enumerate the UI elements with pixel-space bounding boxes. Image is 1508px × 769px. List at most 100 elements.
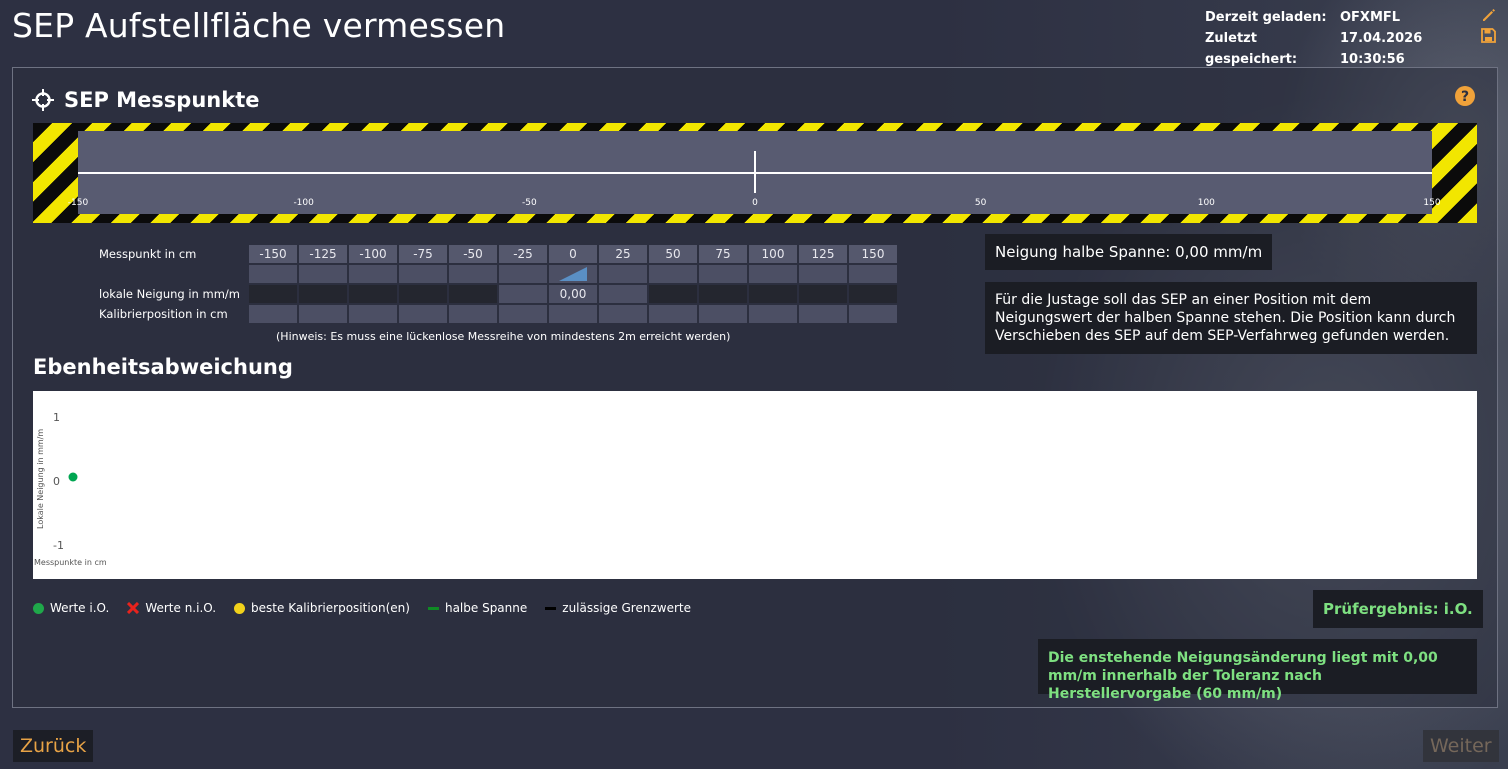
status-info: Derzeit geladen: OFXMFL Zuletzt gespeich… (1205, 7, 1480, 70)
table-calibration-cell (448, 304, 498, 324)
table-calibration-cell (498, 304, 548, 324)
table-indicator-cell (548, 264, 598, 284)
ruler-tick: -100 (293, 198, 314, 208)
table-header-cell: -50 (448, 244, 498, 264)
ruler-tick: 0 (752, 198, 758, 208)
table-indicator-cell (398, 264, 448, 284)
table-slope-cell (348, 284, 398, 304)
legend-item: Werte i.O. (33, 601, 109, 615)
table-calibration-cell (598, 304, 648, 324)
legend-label: beste Kalibrierposition(en) (251, 601, 410, 615)
result-label: Prüfergebnis: i.O. (1313, 590, 1483, 628)
chart-legend: Werte i.O. Werte n.i.O. beste Kalibrierpos… (33, 601, 709, 615)
sep-position-marker (754, 151, 756, 193)
table-slope-cell (848, 284, 898, 304)
measurement-table: -150 -125 -100 -75 -50 -25 0 25 50 75 100 125 150 0,0… (248, 244, 898, 324)
legend-item: beste Kalibrierposition(en) (234, 601, 410, 615)
slope-indicator-icon (559, 267, 587, 281)
y-tick-label: 1 (53, 411, 60, 424)
measurement-row-labels: Messpunkt in cm lokale Neigung in mm/m K… (99, 244, 240, 324)
legend-item: halbe Spanne (427, 601, 528, 615)
table-calibration-cell (548, 304, 598, 324)
table-indicator-cell (598, 264, 648, 284)
y-tick-label: -1 (53, 539, 64, 552)
table-slope-cell (748, 284, 798, 304)
table-calibration-cell (698, 304, 748, 324)
saved-label: Zuletzt gespeichert: (1205, 31, 1298, 67)
table-slope-cell (598, 284, 648, 304)
table-indicator-cell (748, 264, 798, 284)
table-calibration-cell (348, 304, 398, 324)
legend-label: halbe Spanne (444, 601, 528, 615)
table-slope-cell (398, 284, 448, 304)
loaded-value: OFXMFL (1340, 10, 1401, 25)
next-button[interactable]: Weiter (1423, 730, 1499, 762)
table-header-cell: -75 (398, 244, 448, 264)
y-axis-label: Lokale Neigung in mm/m (36, 429, 45, 529)
help-icon[interactable]: ? (1454, 85, 1476, 107)
legend-line-icon (427, 606, 439, 610)
table-indicator-cell (348, 264, 398, 284)
section-flatness-title: Ebenheitsabweichung (33, 355, 293, 379)
table-header-cell: 50 (648, 244, 698, 264)
legend-dot-icon (234, 602, 246, 614)
table-calibration-cell (848, 304, 898, 324)
table-header-cell: 150 (848, 244, 898, 264)
table-header-cell: 125 (798, 244, 848, 264)
table-slope-cell (648, 284, 698, 304)
table-slope-cell (498, 284, 548, 304)
table-calibration-cell (798, 304, 848, 324)
table-calibration-cell (648, 304, 698, 324)
table-indicator-cell (498, 264, 548, 284)
ruler-tick: 100 (1197, 198, 1215, 208)
info-box: Für die Justage soll das SEP an einer Po… (985, 282, 1477, 354)
half-span-box: Neigung halbe Spanne: 0,00 mm/m (985, 234, 1273, 270)
ruler-tick: -150 (67, 198, 89, 208)
legend-item: zulässige Grenzwerte (545, 601, 691, 615)
pencil-icon[interactable] (1481, 7, 1497, 23)
table-header-cell: 100 (748, 244, 798, 264)
loaded-label: Derzeit geladen: (1205, 10, 1327, 25)
table-indicator-cell (448, 264, 498, 284)
table-header-cell: 25 (598, 244, 648, 264)
back-button[interactable]: Zurück (13, 730, 94, 762)
table-header-cell: -25 (498, 244, 548, 264)
y-tick-label: 0 (53, 475, 60, 488)
table-hint: (Hinweis: Es muss eine lückenlose Messre… (276, 330, 731, 343)
table-slope-cell (798, 284, 848, 304)
page-title: SEP Aufstellfläche vermessen (12, 6, 506, 45)
row-label-neigung: lokale Neigung in mm/m (99, 287, 240, 301)
row-label-messpunkt: Messpunkt in cm (99, 247, 197, 261)
x-axis-label: Messpunkte in cm (34, 558, 107, 567)
table-indicator-cell (848, 264, 898, 284)
table-slope-cell (698, 284, 748, 304)
save-icon[interactable] (1481, 28, 1496, 43)
table-slope-cell: 0,00 (548, 284, 598, 304)
section-messpunkte-title: SEP Messpunkte (64, 88, 260, 112)
legend-label: Werte n.i.O. (145, 601, 217, 615)
table-calibration-cell (748, 304, 798, 324)
ruler-tick: 50 (974, 198, 987, 208)
section-messpunkte-header: SEP Messpunkte (32, 88, 260, 112)
row-label-kalibrier: Kalibrierposition in cm (99, 307, 228, 321)
table-header-cell: -125 (298, 244, 348, 264)
legend-item: Werte n.i.O. (127, 601, 216, 615)
table-indicator-cell (298, 264, 348, 284)
position-ruler: -150 -100 -50 0 50 100 150 (68, 131, 1441, 214)
table-indicator-cell (798, 264, 848, 284)
data-point (68, 472, 78, 482)
legend-label: zulässige Grenzwerte (562, 601, 691, 615)
saved-value: 17.04.2026 10:30:56 (1340, 31, 1423, 67)
table-indicator-cell (248, 264, 298, 284)
result-message: Die enstehende Neigungsänderung liegt mi… (1038, 639, 1477, 702)
table-calibration-cell (248, 304, 298, 324)
legend-cross-icon (127, 602, 140, 614)
table-calibration-cell (298, 304, 348, 324)
table-slope-cell (248, 284, 298, 304)
flatness-chart: 1 0 -1 Lokale Neigung in mm/m Messpunkte in … (33, 391, 1477, 579)
ruler-tick: 150 (1423, 198, 1441, 208)
table-header-cell: 75 (698, 244, 748, 264)
flatness-chart-svg: 1 0 -1 Lokale Neigung in mm/m Messpunkte in … (34, 411, 107, 567)
legend-dot-icon (33, 602, 44, 614)
table-header-cell: 0 (548, 244, 598, 264)
